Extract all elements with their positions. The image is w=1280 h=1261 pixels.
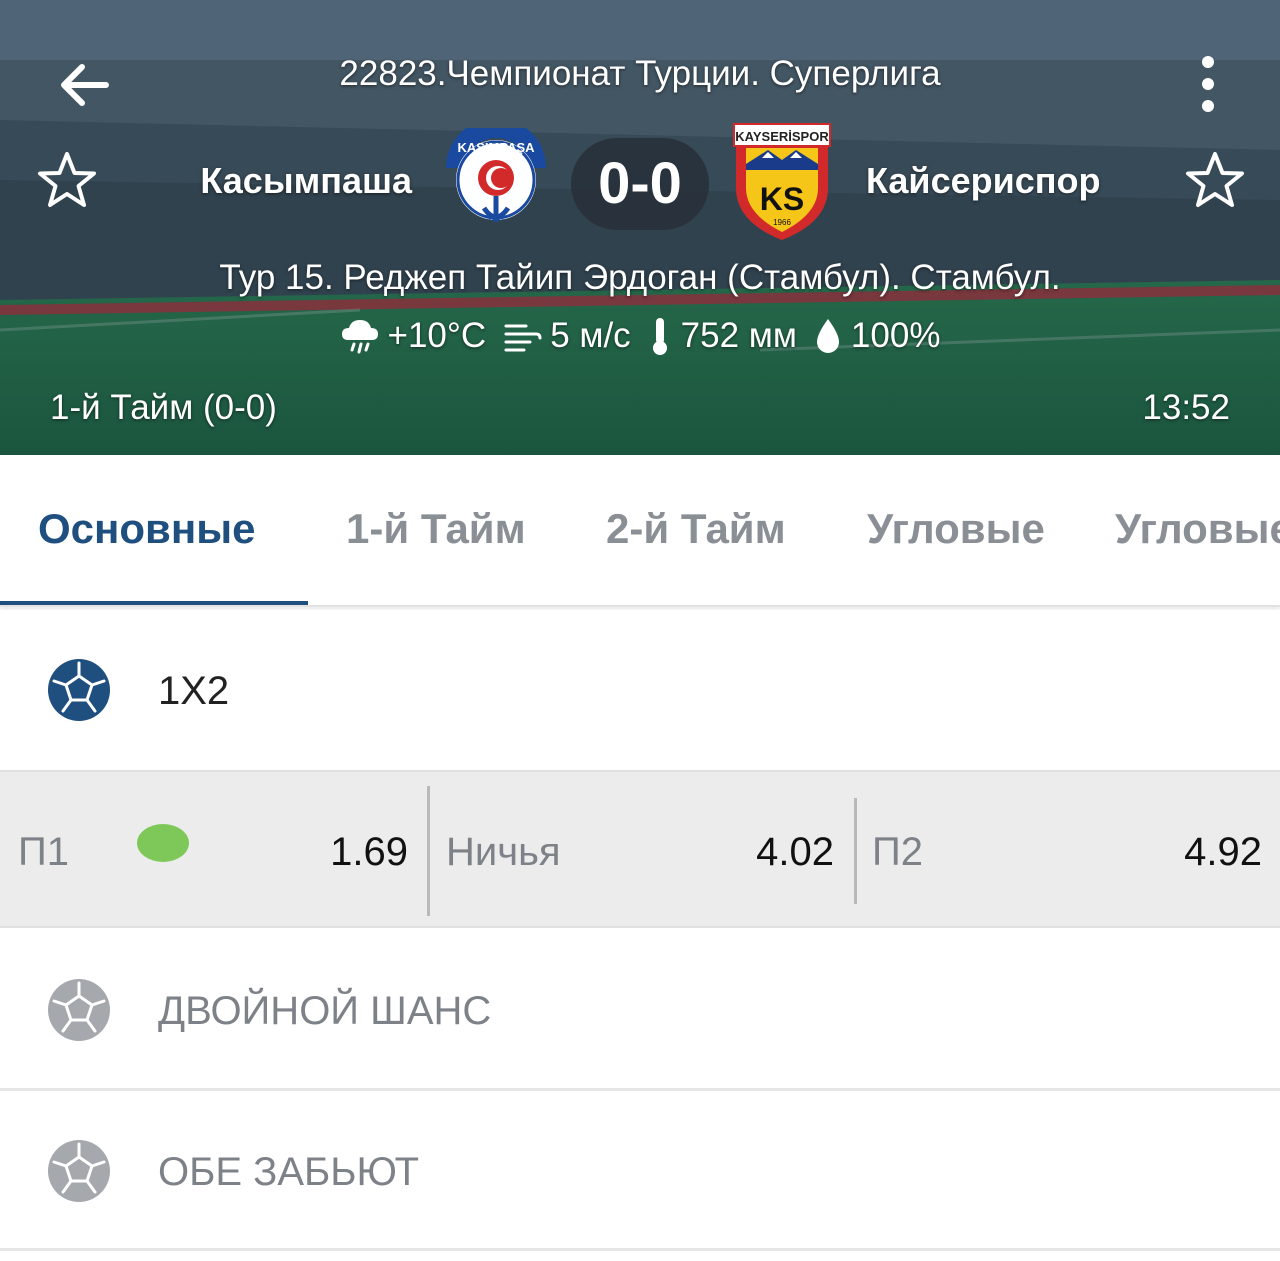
humidity-value: 100% — [850, 316, 941, 355]
market-divider — [0, 1248, 1280, 1251]
favorite-away-star-icon[interactable] — [1184, 150, 1246, 212]
tab-first-half[interactable]: 1-й Тайм — [346, 505, 526, 553]
soccer-ball-icon — [48, 1140, 110, 1202]
away-team-name: Кайсериспор — [866, 160, 1101, 201]
live-indicator — [137, 824, 189, 862]
wind-icon — [504, 324, 542, 352]
odds-away-label: П2 — [872, 830, 923, 874]
temperature: +10°C — [340, 316, 487, 356]
thermometer-icon — [652, 318, 667, 355]
odds-home-win[interactable]: П1 1.69 — [0, 772, 428, 930]
match-period: 1-й Тайм (0-0) — [50, 388, 277, 427]
market-double-chance-header[interactable]: ДВОЙНОЙ ШАНС — [0, 930, 1280, 1090]
market-both-score-header[interactable]: ОБЕ ЗАБЬЮТ — [0, 1091, 1280, 1251]
odds-row-1x2: П1 1.69 Ничья 4.02 П2 4.92 — [0, 770, 1280, 928]
svg-text:KASIMPAŞA: KASIMPAŞA — [457, 140, 535, 155]
svg-text:KS: KS — [760, 181, 804, 217]
humidity: 100% — [813, 316, 941, 356]
soccer-ball-icon — [48, 979, 110, 1041]
match-header: 22823.Чемпионат Турции. Суперлига Касымп… — [0, 0, 1280, 455]
odds-draw-label: Ничья — [446, 830, 561, 874]
tab-corners-2[interactable]: Угловые — [1115, 505, 1280, 553]
market-double-chance-label: ДВОЙНОЙ ШАНС — [158, 989, 492, 1033]
wind-value: 5 м/с — [550, 316, 631, 355]
league-title: 22823.Чемпионат Турции. Суперлига — [339, 54, 941, 93]
odds-home-value: 1.69 — [330, 830, 408, 874]
away-team-logo: KAYSERİSPOR KS 1966 — [733, 123, 831, 240]
tab-second-half[interactable]: 2-й Тайм — [606, 505, 786, 553]
market-1x2-header[interactable]: 1X2 — [0, 610, 1280, 770]
svg-text:1921: 1921 — [487, 213, 505, 222]
home-team-name: Касымпаша — [200, 160, 412, 201]
match-clock: 13:52 — [1142, 388, 1230, 427]
rain-cloud-icon — [341, 320, 378, 354]
market-tabs: Основные 1-й Тайм 2-й Тайм Угловые Углов… — [0, 455, 1280, 607]
odds-draw[interactable]: Ничья 4.02 — [430, 772, 854, 930]
temperature-value: +10°C — [387, 316, 487, 355]
weather-bar: +10°C 5 м/с 752 мм 100% — [0, 312, 1280, 360]
home-team-logo: KASIMPAŞA 1921 — [446, 128, 546, 222]
svg-text:KAYSERİSPOR: KAYSERİSPOR — [735, 129, 829, 144]
water-drop-icon — [816, 319, 839, 353]
market-1x2-label: 1X2 — [158, 669, 230, 713]
pressure: 752 мм — [647, 316, 797, 356]
odds-home-label: П1 — [18, 830, 69, 874]
favorite-home-star-icon[interactable] — [36, 150, 98, 212]
svg-text:1966: 1966 — [773, 218, 791, 227]
odds-away-win[interactable]: П2 4.92 — [857, 772, 1280, 930]
tab-main[interactable]: Основные — [38, 505, 255, 553]
match-score: 0-0 — [571, 138, 709, 230]
match-venue: Тур 15. Реджеп Тайип Эрдоган (Стамбул). … — [219, 258, 1061, 297]
soccer-ball-icon — [48, 659, 110, 721]
tab-corners[interactable]: Угловые — [867, 505, 1045, 553]
active-tab-indicator — [0, 601, 308, 605]
more-options-icon[interactable] — [1190, 52, 1226, 116]
odds-away-value: 4.92 — [1184, 830, 1262, 874]
market-both-score-label: ОБЕ ЗАБЬЮТ — [158, 1150, 420, 1194]
pressure-value: 752 мм — [680, 316, 797, 355]
odds-draw-value: 4.02 — [756, 830, 834, 874]
wind: 5 м/с — [502, 316, 631, 356]
